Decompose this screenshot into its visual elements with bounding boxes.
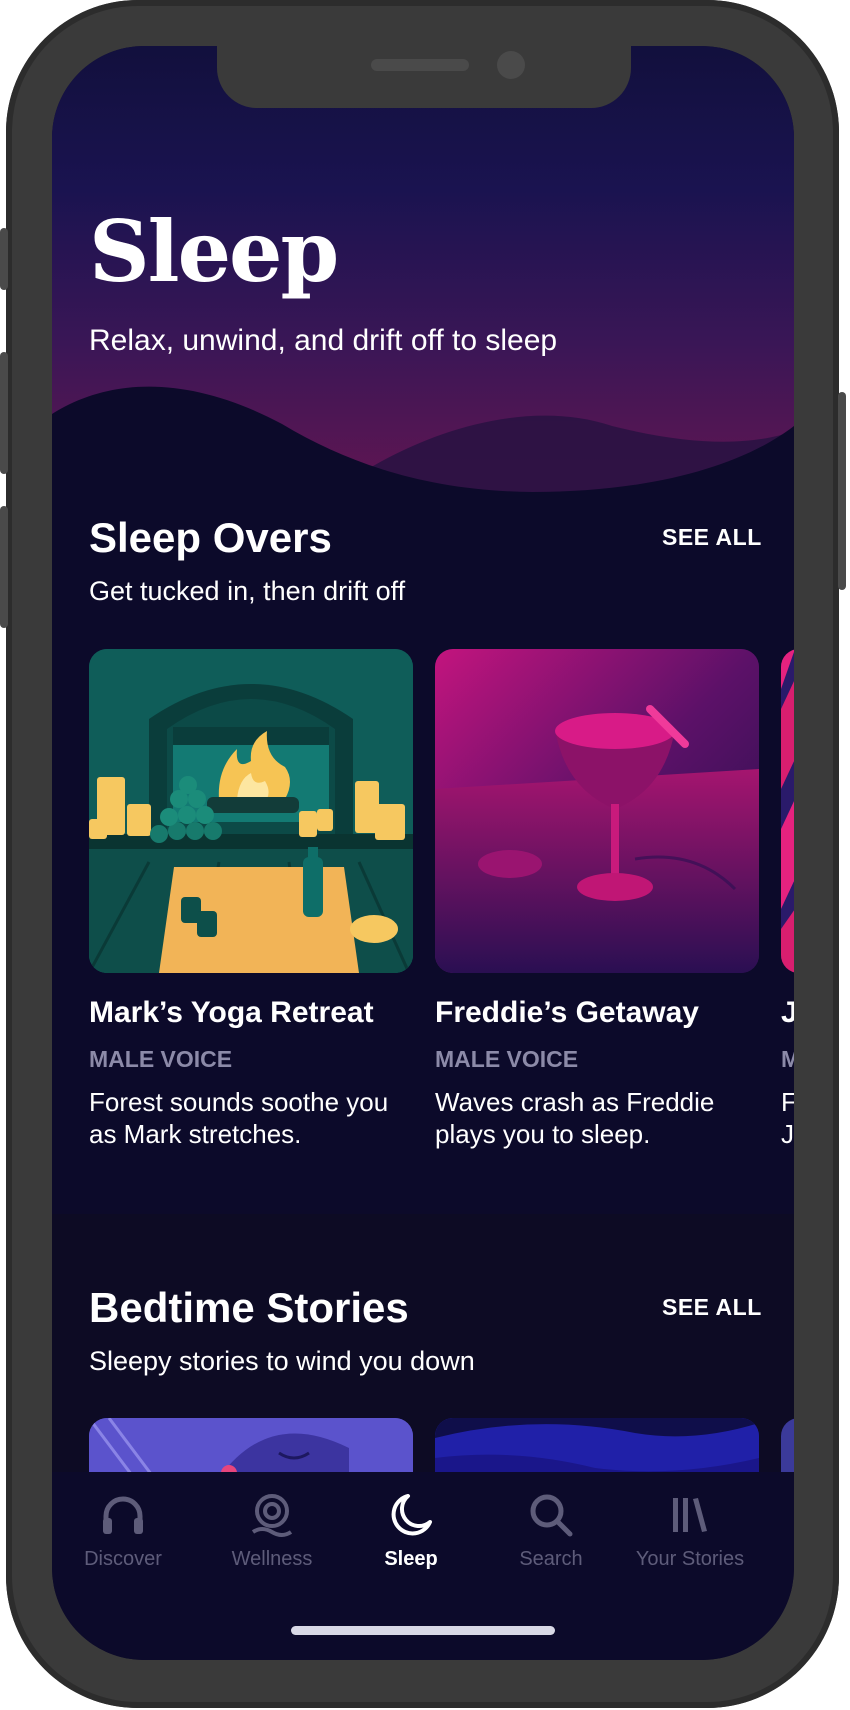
freddies-getaway-artwork[interactable] [435,649,759,973]
tab-label: Sleep [384,1548,438,1570]
cocktail-illustration [435,649,759,973]
search-icon [530,1494,573,1537]
hero-header: Sleep Relax, unwind, and drift off to sl… [52,46,794,526]
page-subtitle: Relax, unwind, and drift off to sleep [89,324,558,357]
section-subtitle: Get tucked in, then drift off [89,576,406,606]
speaker-grille [371,59,469,71]
card-voice: M [781,1046,794,1072]
third-card-artwork[interactable] [781,649,794,973]
moon-icon [391,1494,432,1536]
see-all-button[interactable]: SEE ALL [662,524,762,551]
see-all-button[interactable]: SEE ALL [662,1294,762,1321]
card-title[interactable]: Mark’s Yoga Retreat [89,996,374,1030]
card-title[interactable]: J [781,996,794,1030]
tab-label: Search [519,1548,583,1570]
volume-up-button [0,352,8,474]
card-voice: MALE VOICE [89,1046,233,1072]
tab-label: Your Stories [635,1548,745,1570]
home-indicator[interactable] [291,1626,555,1635]
pattern-illustration [781,649,794,973]
tab-discover[interactable]: Discover [53,1482,193,1592]
page-title: Sleep [89,202,339,301]
tab-sleep[interactable]: Sleep [341,1482,481,1592]
tab-search[interactable]: Search [481,1482,621,1592]
power-button [838,392,846,590]
app-screen: Sleep Relax, unwind, and drift off to sl… [52,46,794,1660]
yoga-retreat-artwork[interactable] [89,649,413,973]
tab-label: Wellness [231,1548,313,1570]
section-title: Sleep Overs [89,514,332,561]
tab-label: Discover [84,1548,162,1570]
card-voice: MALE VOICE [435,1046,579,1072]
silent-switch [0,228,8,290]
notch [217,46,631,108]
section-title: Bedtime Stories [89,1284,409,1331]
card-description: F J [781,1087,794,1149]
wellness-icon [251,1494,293,1537]
fireplace-illustration [89,649,413,973]
card-description: Forest sounds soothe you as Mark stretch… [89,1087,389,1149]
section-subtitle: Sleepy stories to wind you down [89,1346,475,1376]
card-description: Waves crash as Freddie plays you to slee… [435,1087,715,1149]
volume-down-button [0,506,8,628]
headphones-icon [103,1496,143,1534]
front-camera [497,51,525,79]
card-title[interactable]: Freddie’s Getaway [435,996,699,1030]
tab-wellness[interactable]: Wellness [202,1482,342,1592]
library-icon [673,1498,707,1532]
tab-your-stories[interactable]: Your Stories [620,1482,760,1592]
